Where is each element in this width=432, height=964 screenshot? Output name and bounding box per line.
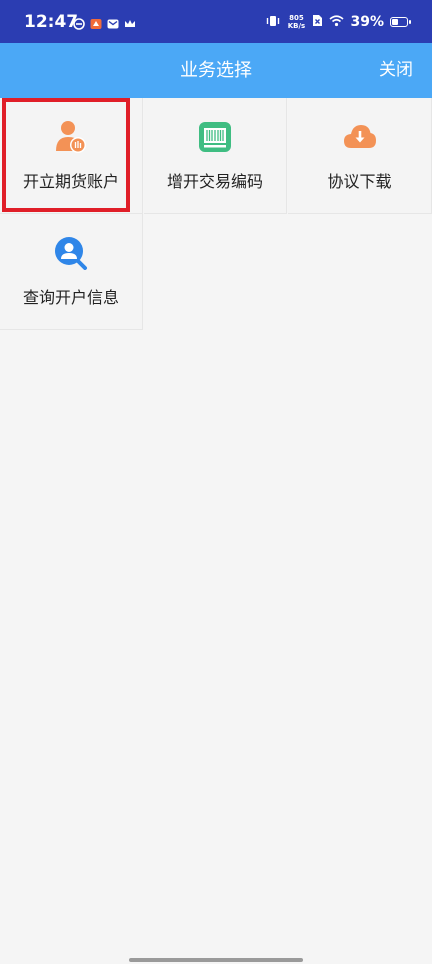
status-time: 12:47 (24, 12, 79, 32)
sim-off-icon (312, 12, 323, 31)
close-button[interactable]: 关闭 (379, 43, 413, 98)
grid-item-add-trading-code[interactable]: 增开交易编码 (144, 98, 287, 214)
grid-item-query-account-info[interactable]: 查询开户信息 (0, 214, 143, 330)
header-bar: 业务选择 关闭 (0, 43, 432, 98)
barcode-icon (198, 120, 232, 154)
battery-icon (390, 16, 411, 27)
status-right: 805 KB/s 39% (266, 12, 411, 31)
grid-item-label: 查询开户信息 (22, 288, 119, 307)
wifi-icon (329, 12, 345, 31)
grid-item-open-futures-account[interactable]: 开立期货账户 (0, 98, 143, 214)
user-account-icon (54, 120, 88, 154)
vibrate-icon (266, 12, 280, 31)
grid-item-label: 协议下载 (327, 172, 392, 191)
grid-item-label: 开立期货账户 (22, 172, 119, 191)
battery-fill (392, 18, 399, 25)
crown-icon (124, 15, 136, 27)
mail-icon (107, 15, 119, 29)
grid-item-label: 增开交易编码 (166, 172, 263, 191)
net-speed-value: 805 (289, 13, 304, 22)
app-icon (90, 15, 102, 29)
user-search-icon (54, 236, 88, 270)
sync-icon (73, 15, 85, 30)
status-notification-icons (73, 15, 136, 30)
status-bar: 12:47 805 KB/s 39% (0, 0, 432, 43)
net-speed-unit: KB/s (287, 21, 306, 30)
page-title: 业务选择 (180, 60, 252, 81)
home-indicator[interactable] (129, 958, 303, 962)
speed-indicator: 805 KB/s (286, 14, 306, 30)
battery-percent: 39% (350, 13, 384, 30)
cloud-download-icon (343, 120, 377, 154)
grid-item-agreement-download[interactable]: 协议下载 (288, 98, 432, 214)
